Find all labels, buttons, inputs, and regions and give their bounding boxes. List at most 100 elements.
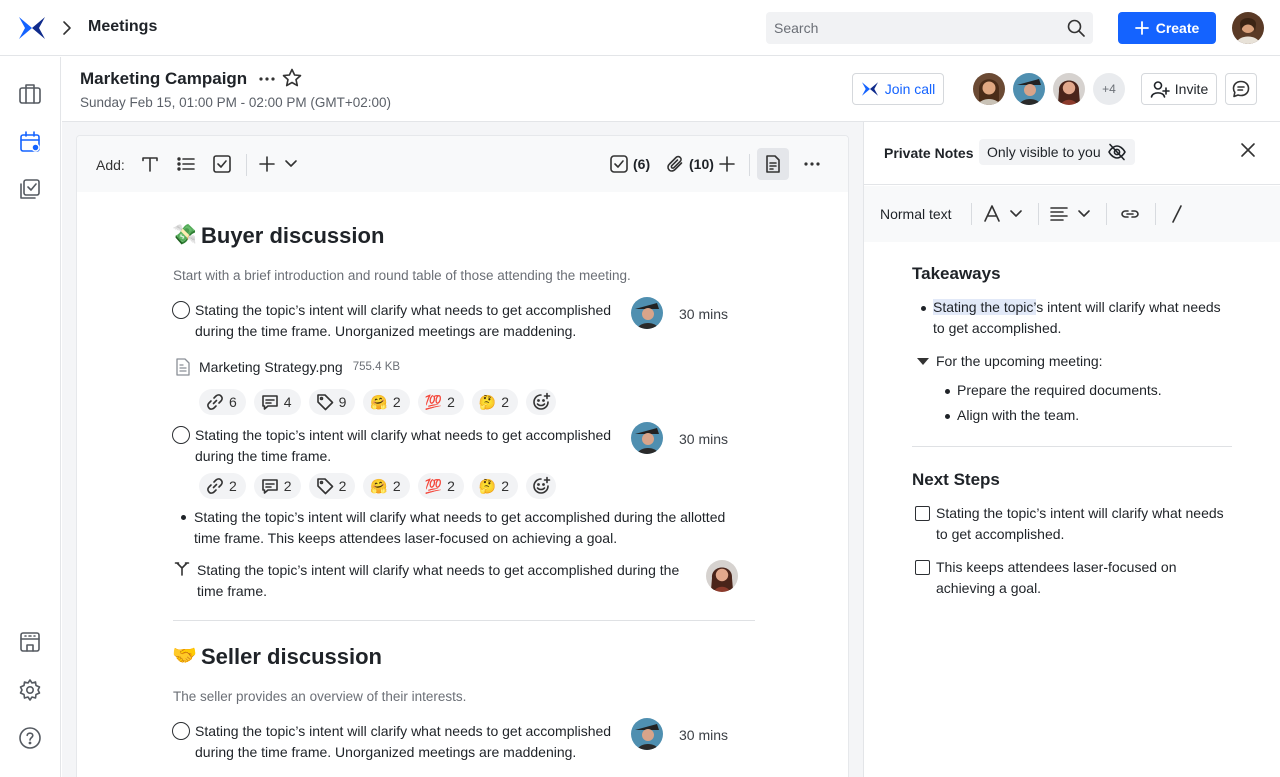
paperclip-icon[interactable] <box>666 154 686 174</box>
handshake-emoji-icon: 🤝 <box>172 645 197 667</box>
add-reaction-button[interactable] <box>526 473 557 499</box>
settings-icon[interactable] <box>18 678 42 702</box>
reaction-count: 2 <box>392 394 401 410</box>
agenda-item-checkbox[interactable] <box>172 301 190 319</box>
emoji-reaction[interactable]: 🤗 2 <box>363 473 410 499</box>
agenda-item-text[interactable]: Stating the topic’s intent will clarify … <box>195 300 635 342</box>
chat-button[interactable] <box>1225 73 1257 105</box>
decision-text[interactable]: Stating the topic’s intent will clarify … <box>197 560 687 602</box>
comment-reaction[interactable]: 4 <box>253 389 301 415</box>
attachment-name[interactable]: Marketing Strategy.png <box>199 359 343 375</box>
visibility-badge[interactable]: Only visible to you <box>979 139 1135 165</box>
agenda-item-checkbox[interactable] <box>172 722 190 740</box>
attendee-avatar[interactable] <box>973 73 1005 105</box>
upcoming-item[interactable]: Prepare the required documents. <box>957 380 1162 401</box>
next-step-checkbox[interactable] <box>915 506 930 521</box>
highlighted-text[interactable]: Stating the topic’ <box>933 299 1037 315</box>
tag-reaction[interactable]: 2 <box>308 473 356 499</box>
link-icon[interactable] <box>1120 204 1140 224</box>
briefcase-icon[interactable] <box>18 82 42 106</box>
chevron-down-icon[interactable] <box>1077 204 1091 224</box>
item-duration: 30 mins <box>679 306 729 322</box>
star-icon[interactable] <box>282 68 302 88</box>
calendar-icon[interactable] <box>18 130 42 154</box>
eye-off-icon <box>1107 143 1126 161</box>
breadcrumb-meetings[interactable]: Meetings <box>88 18 157 36</box>
more-options-icon[interactable] <box>258 71 276 87</box>
link-reaction[interactable]: 6 <box>199 389 246 415</box>
tasks-check-icon[interactable] <box>609 154 629 174</box>
meeting-datetime: Sunday Feb 15, 01:00 PM - 02:00 PM (GMT+… <box>80 95 392 110</box>
user-avatar[interactable] <box>1232 12 1264 44</box>
upcoming-label[interactable]: For the upcoming meeting: <box>936 351 1103 372</box>
next-step-text[interactable]: This keeps attendees laser-focused on ac… <box>936 557 1236 599</box>
assignee-avatar[interactable] <box>631 718 663 750</box>
building-icon[interactable] <box>18 630 42 654</box>
money-emoji-icon: 💸 <box>172 224 197 246</box>
toolbar-divider <box>1155 203 1156 225</box>
tasks-icon[interactable] <box>18 177 42 201</box>
bullet-text[interactable]: Stating the topic’s intent will clarify … <box>194 507 754 549</box>
font-color-icon[interactable] <box>983 204 1001 224</box>
create-button[interactable]: Create <box>1118 12 1216 44</box>
emoji-reaction[interactable]: 💯 2 <box>417 389 464 415</box>
invite-button[interactable]: Invite <box>1141 73 1217 105</box>
checkbox-icon[interactable] <box>212 154 232 174</box>
next-step-text[interactable]: Stating the topic’s intent will clarify … <box>936 503 1236 545</box>
emoji-reaction[interactable]: 🤔 2 <box>471 473 519 499</box>
slash-command-icon[interactable] <box>1170 204 1184 224</box>
close-icon[interactable] <box>1240 142 1256 158</box>
emoji-reaction[interactable]: 💯 2 <box>417 473 464 499</box>
assignee-avatar[interactable] <box>631 297 663 329</box>
item-duration: 30 mins <box>679 727 729 743</box>
next-step-checkbox[interactable] <box>915 560 930 575</box>
section-divider <box>173 620 755 621</box>
link-reaction[interactable]: 2 <box>199 473 246 499</box>
bullet-point <box>921 306 926 311</box>
chevron-down-icon[interactable] <box>283 154 299 174</box>
text-icon[interactable] <box>140 154 160 174</box>
attachment-row[interactable]: Marketing Strategy.png 755.4 KB <box>175 358 400 376</box>
search-bar[interactable] <box>766 12 1093 44</box>
agenda-item-checkbox[interactable] <box>172 426 190 444</box>
plus-icon[interactable] <box>257 154 277 174</box>
join-call-button[interactable]: Join call <box>852 73 944 105</box>
agenda-item-text[interactable]: Stating the topic’s intent will clarify … <box>195 721 635 763</box>
add-reaction-button[interactable] <box>526 389 557 415</box>
emoji-reaction[interactable]: 🤗 2 <box>363 389 410 415</box>
more-attendees-badge[interactable]: +4 <box>1093 73 1125 105</box>
upcoming-item[interactable]: Align with the team. <box>957 405 1079 426</box>
takeaway-text[interactable]: Stating the topic’s intent will clarify … <box>933 297 1233 339</box>
notes-format-toolbar: Normal text <box>864 186 1280 242</box>
align-icon[interactable] <box>1050 204 1068 224</box>
tag-reaction[interactable]: 9 <box>308 389 356 415</box>
attendee-avatar[interactable] <box>1013 73 1045 105</box>
app-logo-icon[interactable] <box>18 15 46 41</box>
emoji-reaction[interactable]: 🤔 2 <box>471 389 519 415</box>
chevron-right-icon <box>60 20 74 36</box>
help-icon[interactable] <box>18 726 42 750</box>
text-style-select[interactable]: Normal text <box>880 206 952 222</box>
attachments-count[interactable]: (10) <box>689 156 714 172</box>
agenda-item-text[interactable]: Stating the topic’s intent will clarify … <box>195 425 635 467</box>
collapse-toggle-icon[interactable] <box>917 358 929 365</box>
attendee-avatar[interactable] <box>1053 73 1085 105</box>
search-icon[interactable] <box>1067 19 1085 37</box>
plus-icon[interactable] <box>718 154 736 174</box>
assignee-avatar[interactable] <box>631 422 663 454</box>
agenda-document: Add: (6) (10) 💸 Buyer discussion Start w… <box>76 135 849 777</box>
thinking-emoji-icon: 🤔 <box>478 477 497 494</box>
comment-reaction[interactable]: 2 <box>253 473 301 499</box>
section-title[interactable]: Buyer discussion <box>201 223 384 249</box>
meeting-title[interactable]: Marketing Campaign <box>80 69 247 89</box>
chevron-down-icon[interactable] <box>1009 204 1023 224</box>
section-title[interactable]: Seller discussion <box>201 644 382 670</box>
search-input[interactable] <box>774 20 1054 36</box>
assignee-avatar[interactable] <box>706 560 738 592</box>
tag-icon <box>316 478 333 495</box>
notes-panel-toggle[interactable] <box>757 148 789 180</box>
more-options-icon[interactable] <box>803 154 821 174</box>
bullet-list-icon[interactable] <box>176 154 196 174</box>
comment-icon <box>261 395 278 410</box>
tasks-count[interactable]: (6) <box>633 156 650 172</box>
